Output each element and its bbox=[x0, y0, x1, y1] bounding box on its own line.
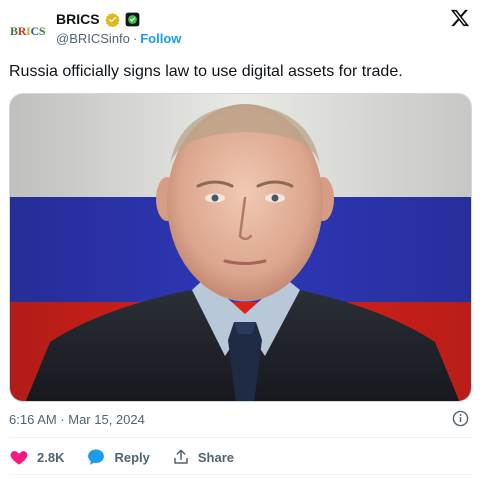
follow-button[interactable]: Follow bbox=[140, 31, 181, 46]
info-icon[interactable] bbox=[452, 410, 469, 427]
tweet-text: Russia officially signs law to use digit… bbox=[9, 63, 403, 80]
tweet-header: BRICS BRICS @BRICSinfo · Follow bbox=[0, 0, 481, 56]
divider bbox=[9, 437, 472, 438]
reply-button[interactable]: Reply bbox=[86, 447, 150, 467]
handle[interactable]: @BRICSinfo bbox=[56, 31, 130, 46]
reply-label: Reply bbox=[114, 449, 150, 465]
like-button[interactable]: 2.8K bbox=[9, 447, 64, 467]
verified-badge-icon bbox=[104, 12, 120, 27]
tweet-image[interactable] bbox=[9, 93, 472, 402]
display-name[interactable]: BRICS bbox=[56, 11, 100, 27]
reply-icon bbox=[88, 449, 105, 465]
brics-logo-icon: BRICS bbox=[10, 24, 46, 38]
share-button[interactable]: Share bbox=[172, 448, 234, 466]
separator: · bbox=[132, 31, 138, 46]
divider bbox=[9, 474, 472, 475]
action-bar: 2.8K Reply Share bbox=[9, 446, 256, 468]
handle-row: @BRICSinfo · Follow bbox=[56, 31, 181, 46]
timestamp[interactable]: 6:16 AM · Mar 15, 2024 bbox=[9, 412, 145, 427]
affiliate-badge-icon[interactable] bbox=[125, 12, 140, 27]
avatar[interactable]: BRICS bbox=[9, 8, 51, 50]
photo-illustration bbox=[10, 94, 471, 401]
heart-icon bbox=[10, 451, 28, 465]
x-logo-icon[interactable] bbox=[450, 8, 470, 28]
svg-text:BRICS: BRICS bbox=[10, 24, 46, 38]
share-label: Share bbox=[197, 449, 235, 465]
share-icon bbox=[174, 449, 188, 464]
name-row: BRICS bbox=[56, 10, 140, 28]
like-count: 2.8K bbox=[37, 449, 65, 465]
